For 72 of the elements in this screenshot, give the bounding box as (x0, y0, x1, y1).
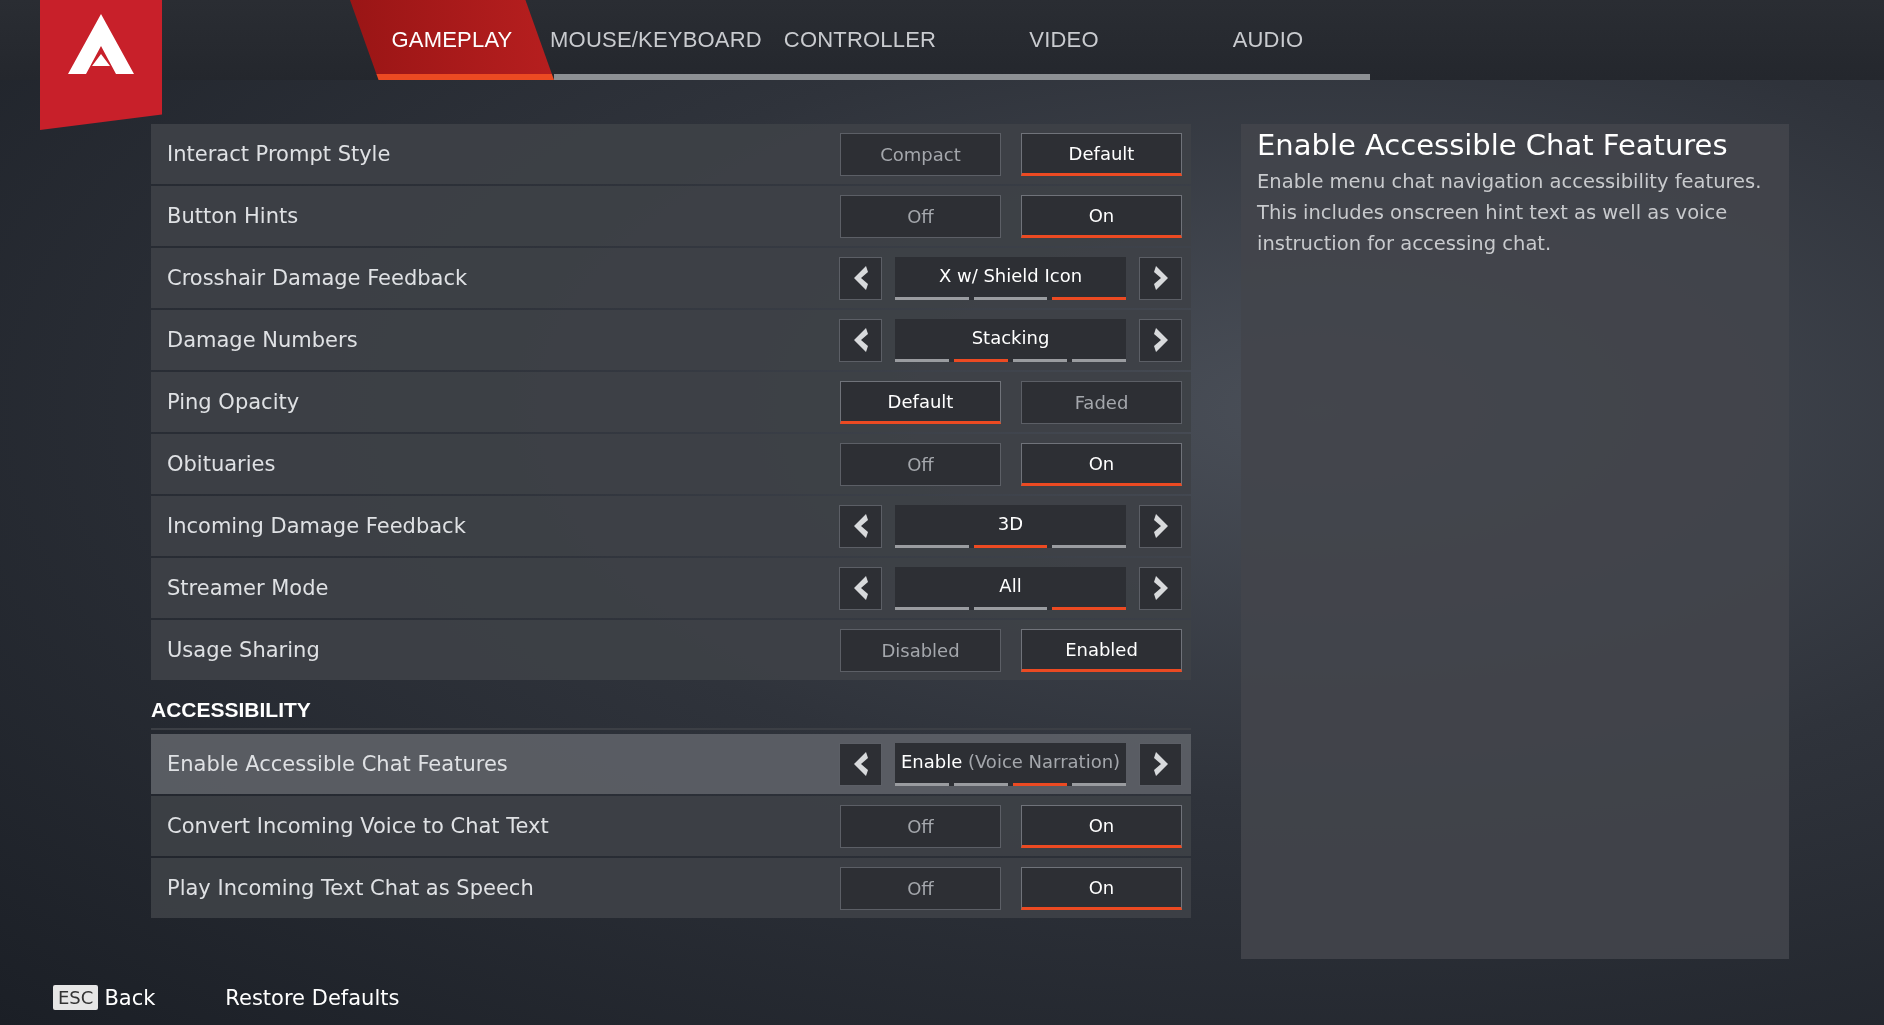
restore-defaults-link[interactable]: Restore Defaults (225, 985, 400, 1010)
setting-row[interactable]: Convert Incoming Voice to Chat Text Off On (151, 796, 1191, 856)
next-button[interactable] (1139, 256, 1182, 300)
option-button[interactable]: Faded (1021, 380, 1182, 424)
chevron-left-icon (853, 328, 868, 352)
setting-label: Ping Opacity (167, 390, 301, 414)
setting-label: Interact Prompt Style (167, 142, 392, 166)
logo-icon (68, 14, 134, 74)
option-button[interactable]: On (1021, 866, 1182, 910)
description-title: Enable Accessible Chat Features (1257, 128, 1729, 162)
option-button[interactable]: Default (840, 380, 1001, 424)
previous-button[interactable] (839, 742, 882, 786)
setting-label: Crosshair Damage Feedback (167, 266, 469, 290)
option-button[interactable]: Enabled (1021, 628, 1182, 672)
option-button[interactable]: Off (840, 442, 1001, 486)
chevron-right-icon (1153, 576, 1168, 600)
setting-row[interactable]: Interact Prompt Style Compact Default (151, 124, 1191, 184)
option-button[interactable]: Off (840, 194, 1001, 238)
option-button[interactable]: On (1021, 804, 1182, 848)
setting-row[interactable]: Incoming Damage Feedback 3D (151, 496, 1191, 556)
setting-label: Obituaries (167, 452, 277, 476)
option-button[interactable]: On (1021, 442, 1182, 486)
setting-row[interactable]: Crosshair Damage Feedback X w/ Shield Icon (151, 248, 1191, 308)
setting-row[interactable]: Usage Sharing Disabled Enabled (151, 620, 1191, 680)
chevron-left-icon (853, 514, 868, 538)
setting-row[interactable]: Damage Numbers Stacking (151, 310, 1191, 370)
setting-value: Stacking (971, 326, 1050, 348)
setting-row[interactable]: Streamer Mode All (151, 558, 1191, 618)
settings-tab[interactable]: VIDEO (962, 0, 1166, 80)
back-link[interactable]: Back (104, 985, 156, 1010)
setting-label: Streamer Mode (167, 576, 330, 600)
setting-value: Enable (Voice Narration) (900, 750, 1121, 772)
settings-tab[interactable]: AUDIO (1166, 0, 1370, 80)
setting-label: Play Incoming Text Chat as Speech (167, 876, 535, 900)
chevron-left-icon (853, 266, 868, 290)
option-button[interactable]: Off (840, 866, 1001, 910)
section-heading: ACCESSIBILITY (151, 682, 1191, 730)
setting-label: Usage Sharing (167, 638, 321, 662)
setting-row[interactable]: Ping Opacity Default Faded (151, 372, 1191, 432)
description-text: Enable menu chat navigation accessibility features. This includes onscreen hint text as well as voice instruction for accessing chat. (1257, 169, 1763, 257)
previous-button[interactable] (839, 566, 882, 610)
chevron-left-icon (853, 752, 868, 776)
setting-label: Incoming Damage Feedback (167, 514, 467, 538)
previous-button[interactable] (839, 256, 882, 300)
setting-row[interactable]: Enable Accessible Chat Features Enable (Voice Narration) (151, 734, 1191, 794)
chevron-left-icon (853, 576, 868, 600)
setting-row[interactable]: Button Hints Off On (151, 186, 1191, 246)
setting-value: All (999, 574, 1022, 596)
setting-value: X w/ Shield Icon (938, 264, 1083, 286)
setting-row[interactable]: Obituaries Off On (151, 434, 1191, 494)
option-button[interactable]: Disabled (840, 628, 1001, 672)
next-button[interactable] (1139, 566, 1182, 610)
previous-button[interactable] (839, 504, 882, 548)
chevron-right-icon (1153, 514, 1168, 538)
option-button[interactable]: On (1021, 194, 1182, 238)
chevron-right-icon (1153, 752, 1168, 776)
setting-row[interactable]: Play Incoming Text Chat as Speech Off On (151, 858, 1191, 918)
option-button[interactable]: Off (840, 804, 1001, 848)
setting-value: 3D (997, 512, 1024, 534)
setting-label: Convert Incoming Voice to Chat Text (167, 814, 550, 838)
next-button[interactable] (1139, 318, 1182, 362)
next-button[interactable] (1139, 742, 1182, 786)
previous-button[interactable] (839, 318, 882, 362)
chevron-right-icon (1153, 266, 1168, 290)
key-badge: ESC (53, 985, 99, 1010)
option-button[interactable]: Default (1021, 132, 1182, 176)
option-button[interactable]: Compact (840, 132, 1001, 176)
setting-label: Damage Numbers (167, 328, 359, 352)
setting-label: Button Hints (167, 204, 300, 228)
next-button[interactable] (1139, 504, 1182, 548)
setting-label: Enable Accessible Chat Features (167, 752, 509, 776)
chevron-right-icon (1153, 328, 1168, 352)
